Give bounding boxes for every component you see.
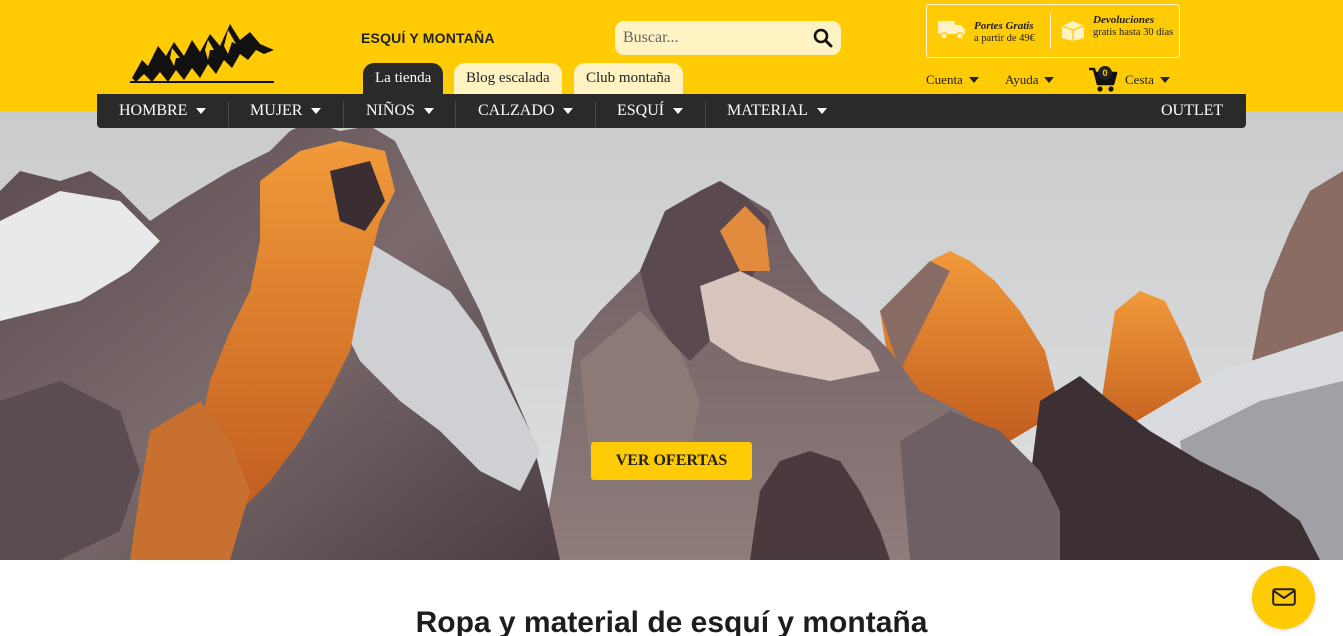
benefits-divider [1050, 13, 1051, 49]
benefit-subtitle: a partir de 49€ [974, 33, 1035, 44]
benefits-box: Portes Gratis a partir de 49€ Devolucion… [926, 4, 1180, 58]
chevron-down-icon [1044, 77, 1055, 83]
nav-divider [228, 101, 229, 127]
truck-icon [937, 18, 967, 47]
cart-label: Cesta [1125, 72, 1154, 87]
box-icon [1060, 18, 1086, 47]
chevron-down-icon [673, 108, 684, 114]
nav-item-material[interactable]: MATERIAL [727, 94, 827, 128]
cart-count-badge: 0 [1098, 66, 1112, 80]
mountain-logo-icon[interactable] [128, 20, 276, 86]
nav-item-outlet[interactable]: OUTLET [1161, 94, 1223, 128]
cart-button[interactable]: 0 [1088, 66, 1120, 94]
tab-la-tienda[interactable]: La tienda [363, 63, 444, 94]
brand-name: ESQUÍ Y MONTAÑA [361, 30, 495, 46]
nav-divider [705, 101, 706, 127]
mountain-hero-image [0, 111, 1343, 560]
nav-divider [343, 101, 344, 127]
nav-item-label: CALZADO [478, 102, 555, 119]
nav-item-ninos[interactable]: NIÑOS [366, 94, 434, 128]
hero-banner [0, 111, 1343, 560]
envelope-icon [1272, 588, 1296, 606]
nav-divider [595, 101, 596, 127]
nav-item-calzado[interactable]: CALZADO [478, 94, 574, 128]
chevron-down-icon [816, 108, 827, 114]
nav-item-label: HOMBRE [119, 102, 188, 119]
free-returns-benefit: Devoluciones gratis hasta 30 días [1060, 5, 1178, 57]
main-nav: HOMBRE MUJER NIÑOS CALZADO ESQUÍ MATERIA… [97, 94, 1246, 128]
contact-button[interactable] [1252, 566, 1315, 629]
ver-ofertas-button[interactable]: VER OFERTAS [591, 442, 752, 480]
section-title: Ropa y material de esquí y montaña [415, 606, 928, 636]
chevron-down-icon [1159, 77, 1170, 83]
chevron-down-icon [563, 108, 574, 114]
cart-menu[interactable]: Cesta [1125, 72, 1170, 88]
nav-item-label: ESQUÍ [617, 102, 665, 119]
tab-blog-escalada[interactable]: Blog escalada [454, 63, 562, 94]
help-label: Ayuda [1005, 72, 1039, 87]
free-shipping-benefit: Portes Gratis a partir de 49€ [937, 5, 1049, 57]
nav-item-label: NIÑOS [366, 102, 415, 119]
chevron-down-icon [423, 108, 434, 114]
chevron-down-icon [968, 77, 979, 83]
tab-club-montana[interactable]: Club montaña [574, 63, 683, 94]
search-icon[interactable] [813, 28, 835, 48]
benefit-title: Portes Gratis [974, 20, 1034, 32]
benefit-title: Devoluciones [1093, 14, 1155, 26]
benefit-subtitle: gratis hasta 30 días [1093, 27, 1174, 38]
search-box [615, 21, 841, 55]
nav-divider [455, 101, 456, 127]
search-input[interactable] [623, 21, 813, 55]
nav-item-hombre[interactable]: HOMBRE [119, 94, 207, 128]
account-menu[interactable]: Cuenta [926, 72, 979, 88]
help-menu[interactable]: Ayuda [1005, 72, 1055, 88]
nav-item-label: MATERIAL [727, 102, 808, 119]
nav-item-label: MUJER [250, 102, 303, 119]
chevron-down-icon [311, 108, 322, 114]
nav-item-esqui[interactable]: ESQUÍ [617, 94, 684, 128]
nav-item-mujer[interactable]: MUJER [250, 94, 322, 128]
account-label: Cuenta [926, 72, 963, 87]
chevron-down-icon [196, 108, 207, 114]
